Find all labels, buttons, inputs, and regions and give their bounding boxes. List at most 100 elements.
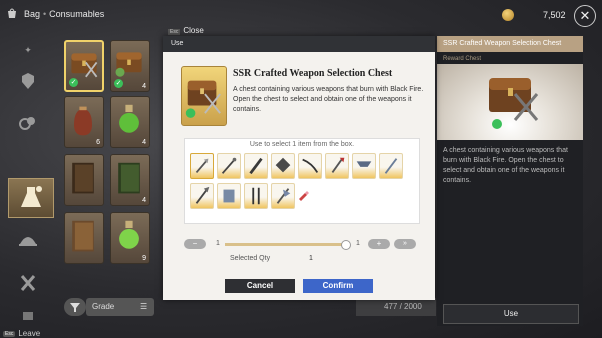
dialog-title: Use [171,40,184,47]
book-icon [118,162,140,194]
dialog-item-name: SSR Crafted Weapon Selection Chest [233,68,393,79]
weapon-option[interactable] [217,183,241,209]
detail-subtitle: Reward Chest [443,56,482,62]
selection-box: Use to select 1 item from the box. [184,138,420,224]
grid-item-book[interactable] [64,154,104,206]
weapon-option[interactable] [379,153,403,179]
modal-close-label: Close [183,26,204,35]
chest-icon [185,80,221,118]
esc-key-badge: Esc [3,330,16,337]
bag-icon [8,8,16,18]
detail-description: A chest containing various weapons that … [443,147,568,184]
chest-icon [489,78,539,129]
weapon-icon [249,157,263,175]
esc-key-badge: Esc [168,29,181,35]
dialog-header: Use [163,36,435,52]
sort-icon[interactable]: ☰ [140,302,147,311]
qty-slider-track[interactable] [225,243,345,246]
decrease-qty-button[interactable]: − [184,239,206,249]
breadcrumb: Bag • Consumables [24,9,105,19]
grid-item-pouch[interactable]: 6 [64,96,104,148]
weapon-icon [331,157,345,173]
check-badge-icon: ✓ [114,79,123,88]
weapon-icon [276,188,291,204]
weapon-icon [275,157,291,173]
weapon-icon [252,187,260,205]
item-count: 6 [96,139,100,146]
potion-icon [21,186,42,207]
book-icon [72,220,94,252]
grid-item-book[interactable] [64,212,104,264]
weapon-icon [195,158,209,174]
potion-icon [119,220,139,249]
item-detail-panel: SSR Crafted Weapon Selection Chest Rewar… [437,36,583,326]
item-count: 4 [142,139,146,146]
check-badge-icon: ✓ [69,78,78,87]
weapon-option[interactable] [244,183,268,209]
weapon-icon [223,189,235,203]
gold-coin-icon [502,9,514,21]
cancel-button[interactable]: Cancel [225,279,295,293]
bag-capacity: 477 / 2000 [356,298,436,316]
grid-item-chest[interactable]: ✓ 4 [110,40,150,92]
grid-item-chest-selected[interactable]: ✓ [64,40,104,92]
detail-title: SSR Crafted Weapon Selection Chest [443,40,562,47]
leave-hint[interactable]: Esc Leave [3,329,40,338]
max-qty-button[interactable]: » [394,239,416,249]
close-icon[interactable]: ✕ [574,5,596,27]
detail-header: SSR Crafted Weapon Selection Chest [437,36,583,52]
capacity-text: 477 / 2000 [384,302,422,311]
gold-amount: 7,502 [543,10,566,20]
selection-hint: Use to select 1 item from the box. [249,141,355,148]
nav-all-icon[interactable]: ✦ [14,40,42,62]
nav-accessory-icon[interactable] [14,112,42,134]
increase-qty-button[interactable]: + [368,239,390,249]
weapon-option-selected[interactable] [190,153,214,179]
nav-quest-icon[interactable] [14,272,42,294]
grade-label: Grade [92,302,115,311]
item-count: 4 [142,197,146,204]
weapon-icon [195,186,210,204]
weapon-option[interactable] [190,183,214,209]
dialog-item-description: A chest containing various weapons that … [233,86,424,113]
svg-text:✦: ✦ [24,46,32,56]
pouch-icon [74,106,92,136]
modal-close-button[interactable]: Esc Close [168,26,204,35]
weapon-option[interactable] [217,153,241,179]
grid-item-potion[interactable]: 9 [110,212,150,264]
weapon-icon [356,161,372,167]
confirm-button[interactable]: Confirm [303,279,373,293]
item-count: 9 [142,255,146,262]
weapon-option[interactable] [271,153,295,179]
weapon-icon [221,157,237,174]
breadcrumb-main[interactable]: Bag [24,9,40,19]
category-nav: ✦ [0,32,56,322]
use-button[interactable]: Use [443,304,579,324]
use-dialog: Use SSR Crafted Weapon Selection Chest A… [163,36,435,300]
weapon-option[interactable] [244,153,268,179]
nav-consumables-tab[interactable] [8,178,54,218]
filter-button[interactable] [64,298,86,316]
book-icon [72,162,94,194]
filter-icon [70,303,80,312]
weapon-option[interactable] [352,153,376,179]
qty-max-label: 1 [356,240,360,247]
potion-icon [119,104,139,133]
weapon-option[interactable] [325,153,349,179]
nav-misc-icon[interactable] [14,304,42,326]
weapon-icon [302,158,319,173]
breadcrumb-sub: Consumables [49,9,105,19]
pencil-icon [299,191,309,201]
qty-min-label: 1 [216,240,220,247]
grid-item-book[interactable]: 4 [110,154,150,206]
nav-materials-icon[interactable] [14,228,42,250]
qty-slider-thumb[interactable] [341,240,351,250]
weapon-option[interactable] [298,153,322,179]
grid-item-potion[interactable]: 4 [110,96,150,148]
leave-label: Leave [18,329,41,338]
weapon-option[interactable] [271,183,295,209]
top-bar: Bag • Consumables 7,502 ✕ [0,0,602,32]
selected-qty-label: Selected Qty [230,255,271,262]
weapon-icon [384,158,398,174]
nav-armor-icon[interactable] [14,70,42,92]
